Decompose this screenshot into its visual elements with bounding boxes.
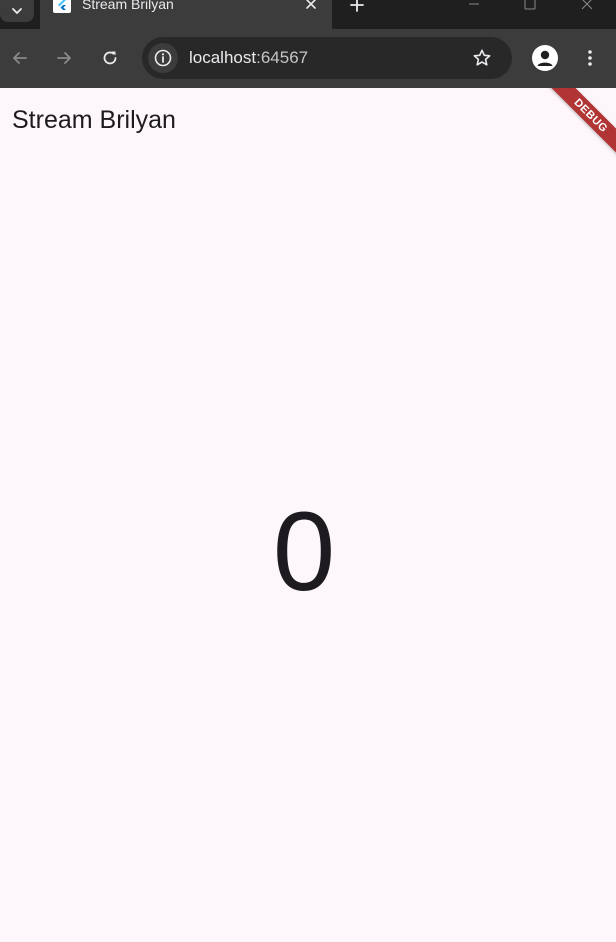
tab-search-button[interactable]: [0, 0, 34, 22]
tab-close-button[interactable]: [302, 0, 320, 13]
maximize-icon: [524, 0, 536, 10]
app-viewport: Stream Brilyan 0 DEBUG: [0, 88, 616, 942]
arrow-right-icon: [57, 52, 71, 64]
close-icon: [306, 0, 316, 9]
tab-strip: Stream Brilyan: [0, 0, 616, 29]
arrow-left-icon: [13, 52, 27, 64]
bookmark-button[interactable]: [470, 46, 494, 70]
new-tab-button[interactable]: [347, 0, 367, 15]
chevron-down-icon: [12, 8, 22, 15]
debug-banner: DEBUG: [543, 88, 616, 164]
minimize-button[interactable]: [464, 0, 484, 12]
reload-icon: [103, 51, 117, 65]
forward-button[interactable]: [52, 46, 76, 70]
browser-menu-button[interactable]: [578, 46, 602, 70]
person-icon: [537, 50, 553, 66]
url-text[interactable]: localhost:64567: [189, 48, 308, 68]
reload-button[interactable]: [98, 46, 122, 70]
tab-title: Stream Brilyan: [82, 0, 174, 12]
profile-button[interactable]: [532, 45, 558, 71]
flutter-icon: [53, 0, 71, 13]
more-vertical-icon: [588, 50, 592, 66]
url-host: localhost: [189, 48, 257, 67]
counter-value: 0: [272, 489, 336, 614]
close-icon: [581, 0, 593, 10]
browser-toolbar: localhost:64567: [0, 29, 616, 88]
window-close-button[interactable]: [577, 0, 597, 12]
url-port: :64567: [256, 48, 309, 67]
minimize-icon: [469, 3, 479, 5]
plus-icon: [350, 0, 364, 12]
back-button[interactable]: [8, 46, 32, 70]
info-icon: [154, 49, 172, 67]
app-bar-title: Stream Brilyan: [12, 106, 176, 134]
browser-tab[interactable]: Stream Brilyan: [40, 0, 332, 29]
address-bar[interactable]: localhost:64567: [142, 37, 512, 79]
star-icon: [473, 49, 491, 66]
site-info-button[interactable]: [148, 43, 178, 73]
maximize-button[interactable]: [520, 0, 540, 12]
